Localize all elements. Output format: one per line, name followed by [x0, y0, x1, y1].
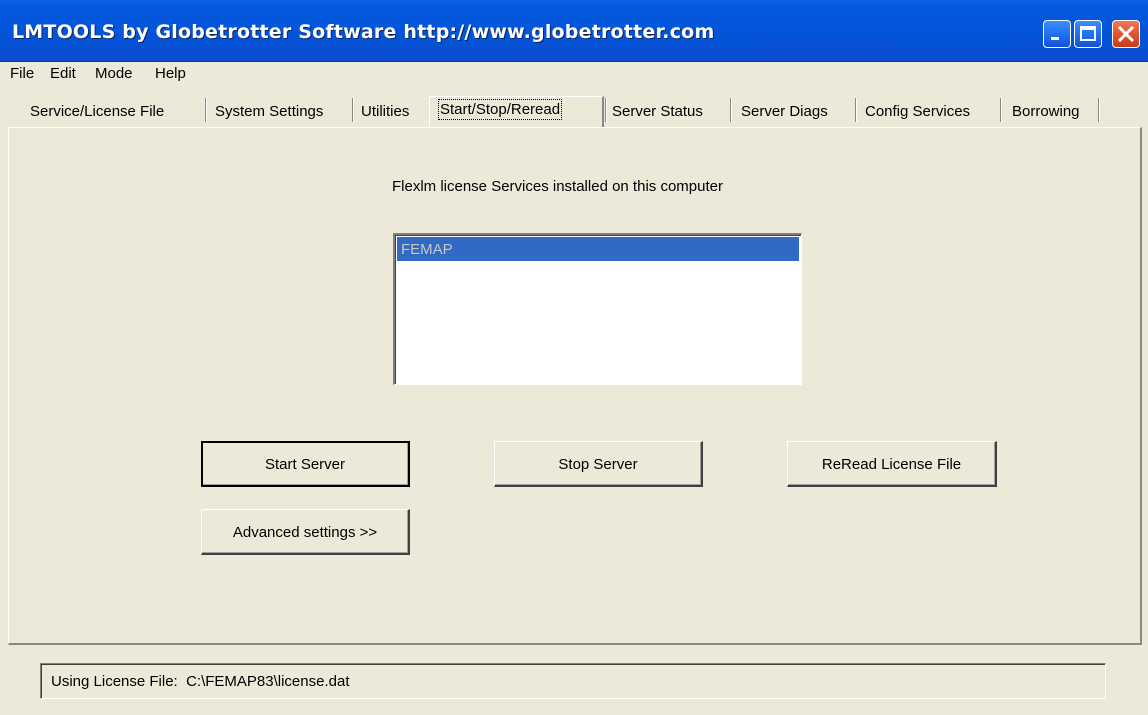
minimize-icon [1051, 37, 1059, 40]
menu-edit[interactable]: Edit [50, 65, 76, 82]
tab-panel [8, 127, 1142, 645]
tab-separator [605, 98, 607, 122]
menu-bar: File Edit Mode Help [0, 62, 1148, 88]
menu-file[interactable]: File [10, 65, 34, 82]
reread-license-file-button[interactable]: ReRead License File [787, 441, 997, 487]
service-name: FEMAP [401, 241, 453, 258]
status-prefix: Using License File: [51, 673, 178, 690]
status-text: Using License File: C:\FEMAP83\license.d… [51, 673, 349, 690]
advanced-settings-button[interactable]: Advanced settings >> [201, 509, 410, 555]
stop-server-button[interactable]: Stop Server [494, 441, 703, 487]
title-bar[interactable]: LMTOOLS by Globetrotter Software http://… [0, 0, 1148, 62]
lmtools-window: LMTOOLS by Globetrotter Software http://… [0, 0, 1148, 715]
minimize-button[interactable] [1043, 20, 1071, 48]
tab-label: System Settings [215, 103, 324, 120]
tab-label: Service/License File [30, 103, 165, 120]
tab-label: Borrowing [1012, 103, 1080, 120]
window-title: LMTOOLS by Globetrotter Software http://… [12, 21, 715, 43]
tab-label: Server Status [612, 103, 703, 120]
tab-separator [1000, 98, 1002, 122]
services-listbox[interactable]: FEMAP [393, 233, 802, 385]
button-label: Advanced settings >> [232, 524, 378, 541]
maximize-icon [1080, 26, 1096, 41]
services-heading: Flexlm license Services installed on thi… [392, 178, 723, 195]
close-button[interactable] [1112, 20, 1140, 48]
list-item[interactable]: FEMAP [397, 237, 799, 261]
tab-label: Server Diags [741, 103, 828, 120]
button-label: Start Server [264, 456, 346, 473]
tab-separator [205, 98, 207, 122]
status-bar: Using License File: C:\FEMAP83\license.d… [40, 663, 1106, 699]
tab-separator [1098, 98, 1100, 122]
tab-label: Utilities [361, 103, 410, 120]
tab-separator [352, 98, 354, 122]
maximize-button[interactable] [1074, 20, 1102, 48]
button-label: ReRead License File [821, 456, 962, 473]
menu-mode[interactable]: Mode [95, 65, 133, 82]
license-file-path: C:\FEMAP83\license.dat [186, 673, 350, 690]
close-icon [1117, 25, 1135, 43]
tab-separator [855, 98, 857, 122]
button-label: Stop Server [558, 456, 638, 473]
tab-label: Config Services [865, 103, 971, 120]
start-server-button[interactable]: Start Server [201, 441, 410, 487]
menu-help[interactable]: Help [155, 65, 186, 82]
tab-label: Start/Stop/Reread [437, 99, 563, 120]
tab-separator [730, 98, 732, 122]
